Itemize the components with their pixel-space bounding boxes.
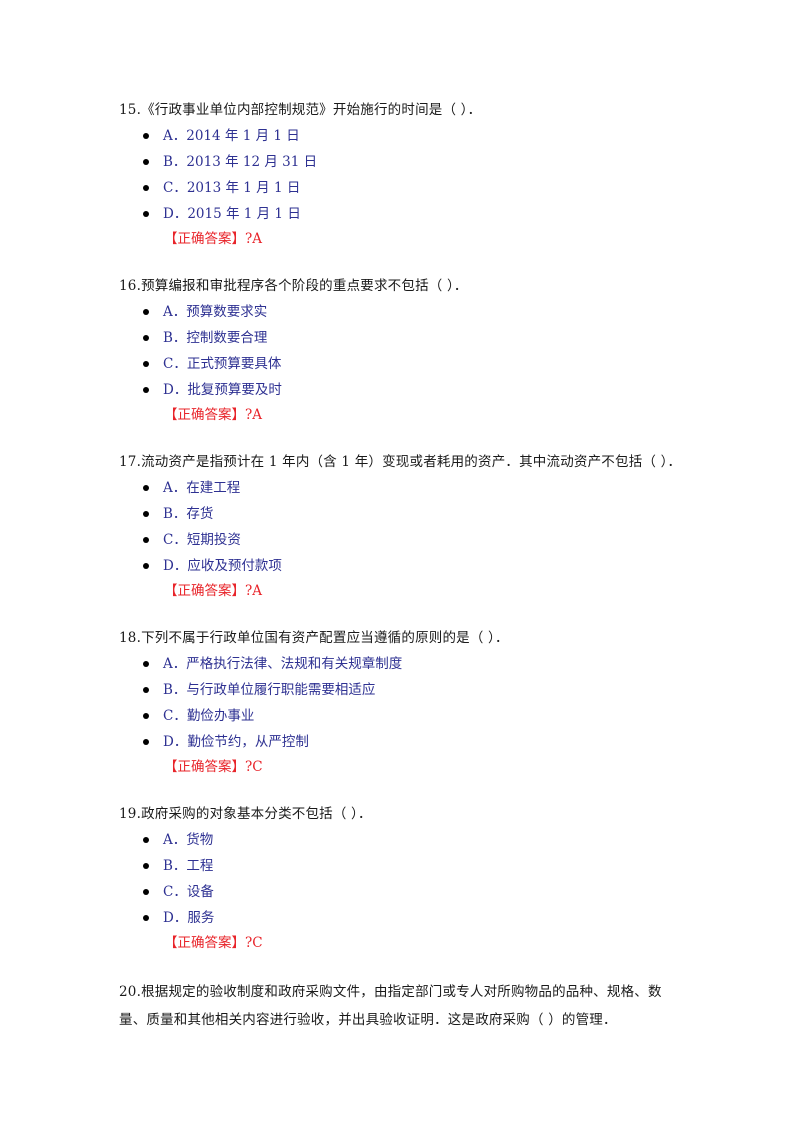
option-label: D．批复预算要及时 bbox=[163, 382, 282, 398]
option-label: D．勤俭节约，从严控制 bbox=[163, 734, 309, 750]
question-16: 16.预算编报和审批程序各个阶段的重点要求不包括（ ）． A．预算数要求实 B．… bbox=[119, 273, 679, 429]
option-label: B．存货 bbox=[163, 506, 214, 522]
question-stem: 20.根据规定的验收制度和政府采购文件，由指定部门或专人对所购物品的品种、规格、… bbox=[119, 984, 662, 1028]
option-label: B．2013 年 12 月 31 日 bbox=[163, 154, 318, 170]
option-label: C．设备 bbox=[163, 884, 214, 900]
bullet-icon bbox=[143, 661, 149, 667]
bullet-icon bbox=[143, 485, 149, 491]
question-15: 15.《行政事业单位内部控制规范》开始施行的时间是（ ）． A．2014 年 1… bbox=[119, 97, 679, 253]
option-label: C．勤俭办事业 bbox=[163, 708, 255, 724]
correct-answer: 【正确答案】?A bbox=[164, 583, 262, 599]
question-stem: 19.政府采购的对象基本分类不包括（ ）． bbox=[119, 806, 372, 822]
bullet-icon bbox=[143, 361, 149, 367]
bullet-icon bbox=[143, 211, 149, 217]
bullet-icon bbox=[143, 687, 149, 693]
question-stem: 16.预算编报和审批程序各个阶段的重点要求不包括（ ）． bbox=[119, 278, 468, 294]
option-a: A．严格执行法律、法规和有关规章制度 bbox=[119, 651, 679, 677]
option-c: C．短期投资 bbox=[119, 527, 679, 553]
option-label: D．应收及预付款项 bbox=[163, 558, 282, 574]
question-stem: 18.下列不属于行政单位国有资产配置应当遵循的原则的是（ ）． bbox=[119, 630, 509, 646]
bullet-icon bbox=[143, 159, 149, 165]
option-label: A．货物 bbox=[163, 832, 214, 848]
option-label: A．在建工程 bbox=[163, 480, 241, 496]
options-list: A．预算数要求实 B．控制数要合理 C．正式预算要具体 D．批复预算要及时 bbox=[119, 299, 679, 403]
bullet-icon bbox=[143, 889, 149, 895]
question-19: 19.政府采购的对象基本分类不包括（ ）． A．货物 B．工程 C．设备 D．服… bbox=[119, 801, 679, 957]
option-label: C．2013 年 1 月 1 日 bbox=[163, 180, 301, 196]
option-label: B．控制数要合理 bbox=[163, 330, 268, 346]
option-c: C．2013 年 1 月 1 日 bbox=[119, 175, 679, 201]
question-17: 17.流动资产是指预计在 1 年内（含 1 年）变现或者耗用的资产．其中流动资产… bbox=[119, 449, 682, 605]
bullet-icon bbox=[143, 387, 149, 393]
option-d: D．批复预算要及时 bbox=[119, 377, 679, 403]
bullet-icon bbox=[143, 537, 149, 543]
bullet-icon bbox=[143, 563, 149, 569]
option-a: A．货物 bbox=[119, 827, 679, 853]
correct-answer: 【正确答案】?C bbox=[164, 935, 263, 951]
options-list: A．2014 年 1 月 1 日 B．2013 年 12 月 31 日 C．20… bbox=[119, 123, 679, 227]
option-c: C．正式预算要具体 bbox=[119, 351, 679, 377]
bullet-icon bbox=[143, 713, 149, 719]
option-b: B．控制数要合理 bbox=[119, 325, 679, 351]
option-a: A．预算数要求实 bbox=[119, 299, 679, 325]
correct-answer: 【正确答案】?A bbox=[164, 407, 262, 423]
question-18: 18.下列不属于行政单位国有资产配置应当遵循的原则的是（ ）． A．严格执行法律… bbox=[119, 625, 679, 781]
correct-answer: 【正确答案】?C bbox=[164, 759, 263, 775]
correct-answer: 【正确答案】?A bbox=[164, 231, 262, 247]
question-20: 20.根据规定的验收制度和政府采购文件，由指定部门或专人对所购物品的品种、规格、… bbox=[119, 978, 679, 1034]
option-label: B．工程 bbox=[163, 858, 214, 874]
option-label: B．与行政单位履行职能需要相适应 bbox=[163, 682, 376, 698]
option-c: C．设备 bbox=[119, 879, 679, 905]
option-b: B．工程 bbox=[119, 853, 679, 879]
bullet-icon bbox=[143, 185, 149, 191]
option-d: D．2015 年 1 月 1 日 bbox=[119, 201, 679, 227]
option-d: D．应收及预付款项 bbox=[119, 553, 679, 579]
option-label: D．2015 年 1 月 1 日 bbox=[163, 206, 301, 222]
option-d: D．勤俭节约，从严控制 bbox=[119, 729, 679, 755]
options-list: A．货物 B．工程 C．设备 D．服务 bbox=[119, 827, 679, 931]
options-list: A．严格执行法律、法规和有关规章制度 B．与行政单位履行职能需要相适应 C．勤俭… bbox=[119, 651, 679, 755]
options-list: A．在建工程 B．存货 C．短期投资 D．应收及预付款项 bbox=[119, 475, 679, 579]
bullet-icon bbox=[143, 915, 149, 921]
question-stem: 15.《行政事业单位内部控制规范》开始施行的时间是（ ）． bbox=[119, 102, 482, 118]
bullet-icon bbox=[143, 511, 149, 517]
bullet-icon bbox=[143, 335, 149, 341]
question-stem: 17.流动资产是指预计在 1 年内（含 1 年）变现或者耗用的资产．其中流动资产… bbox=[119, 454, 682, 470]
option-b: B．2013 年 12 月 31 日 bbox=[119, 149, 679, 175]
bullet-icon bbox=[143, 739, 149, 745]
option-label: A．严格执行法律、法规和有关规章制度 bbox=[163, 656, 403, 672]
option-d: D．服务 bbox=[119, 905, 679, 931]
bullet-icon bbox=[143, 309, 149, 315]
option-label: A．预算数要求实 bbox=[163, 304, 268, 320]
bullet-icon bbox=[143, 133, 149, 139]
option-a: A．2014 年 1 月 1 日 bbox=[119, 123, 679, 149]
bullet-icon bbox=[143, 863, 149, 869]
bullet-icon bbox=[143, 837, 149, 843]
option-label: C．正式预算要具体 bbox=[163, 356, 282, 372]
option-b: B．与行政单位履行职能需要相适应 bbox=[119, 677, 679, 703]
document-page: 15.《行政事业单位内部控制规范》开始施行的时间是（ ）． A．2014 年 1… bbox=[0, 0, 793, 1122]
option-a: A．在建工程 bbox=[119, 475, 679, 501]
option-label: C．短期投资 bbox=[163, 532, 241, 548]
option-c: C．勤俭办事业 bbox=[119, 703, 679, 729]
option-b: B．存货 bbox=[119, 501, 679, 527]
option-label: D．服务 bbox=[163, 910, 215, 926]
option-label: A．2014 年 1 月 1 日 bbox=[163, 128, 300, 144]
